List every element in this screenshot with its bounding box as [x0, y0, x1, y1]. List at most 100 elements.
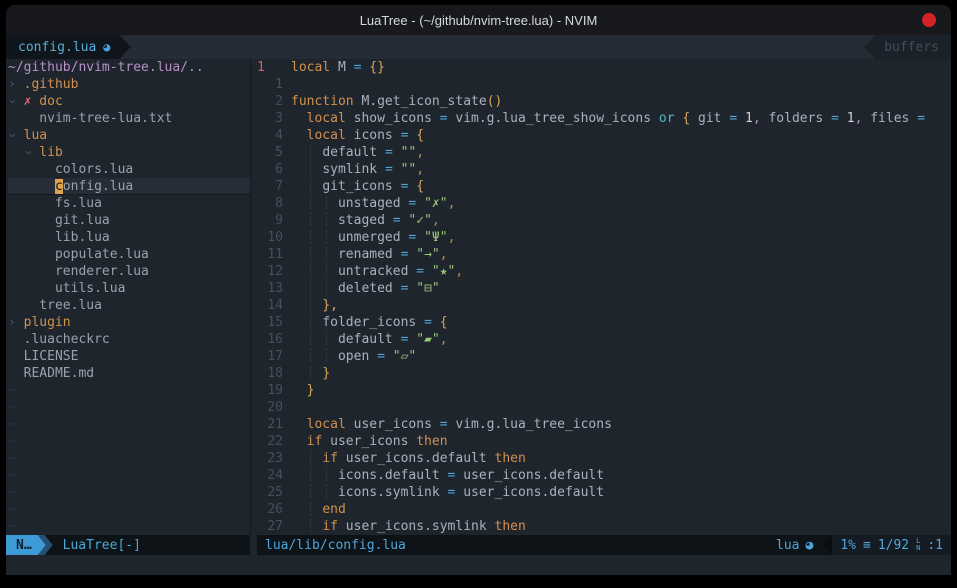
token-guide: ┊ — [322, 196, 330, 211]
token-orc: or — [659, 111, 675, 126]
token-id — [291, 145, 307, 160]
code-line[interactable]: 23 ┊ if user_icons.default then — [257, 450, 951, 467]
tree-item[interactable]: fs.lua — [8, 195, 250, 212]
token-brace: {} — [369, 60, 385, 75]
code-line[interactable]: 5 ┊ default = "", — [257, 144, 951, 161]
tree-item[interactable]: › lua — [8, 127, 250, 144]
tree-item[interactable]: nvim-tree-lua.txt — [8, 110, 250, 127]
token-kw: local — [291, 60, 330, 75]
token-op: = — [440, 111, 448, 126]
code-line[interactable]: 24 ┊ ┊ icons.default = user_icons.defaul… — [257, 467, 951, 484]
tree-item[interactable]: › ✗ doc — [8, 93, 250, 110]
line-number: 1 — [257, 76, 283, 93]
titlebar[interactable]: LuaTree - (~/github/nvim-tree.lua) - NVI… — [6, 5, 951, 35]
tree-item[interactable]: renderer.lua — [8, 263, 250, 280]
token-id — [330, 281, 338, 296]
token-id — [291, 383, 307, 398]
token-guide: ┊ — [322, 247, 330, 262]
separator-wedge-icon — [823, 535, 832, 555]
tree-item[interactable]: git.lua — [8, 212, 250, 229]
code-line[interactable]: 22 if user_icons then — [257, 433, 951, 450]
code-line[interactable]: 13 ┊ ┊ deleted = "⊟" — [257, 280, 951, 297]
token-id: user_icons — [322, 434, 416, 449]
token-kw: function — [291, 94, 354, 109]
tree-item[interactable]: › .github — [8, 76, 250, 93]
nvim-window: LuaTree - (~/github/nvim-tree.lua) - NVI… — [6, 5, 951, 575]
code-line[interactable]: 19 } — [257, 382, 951, 399]
token-id: M — [330, 60, 353, 75]
token-str: "" — [401, 162, 417, 177]
code-line[interactable]: 10 ┊ ┊ unmerged = "Ψ", — [257, 229, 951, 246]
tree-item[interactable]: .luacheckrc — [8, 331, 250, 348]
code-line[interactable]: 18 ┊ } — [257, 365, 951, 382]
code-text: ┊ symlink = "", — [291, 161, 951, 178]
buffers-label[interactable]: buffers — [864, 35, 951, 59]
tree-item[interactable]: colors.lua — [8, 161, 250, 178]
token-str: "★" — [432, 264, 455, 279]
tree-item[interactable]: ~/github/nvim-tree.lua/.. — [8, 59, 250, 76]
tab-config-lua[interactable]: config.lua ◕ — [6, 35, 131, 59]
code-line[interactable]: 12 ┊ ┊ untracked = "★", — [257, 263, 951, 280]
token-op: = — [377, 349, 385, 364]
token-kw: local — [307, 111, 346, 126]
token-arrow: › — [8, 315, 16, 330]
token-tilde: ~ — [8, 434, 16, 449]
token-brace: { — [682, 111, 690, 126]
empty-line-tilde: ~ — [8, 518, 250, 535]
filetype-section: lua ◕ — [776, 537, 813, 554]
code-text: local icons = { — [291, 127, 951, 144]
code-text: ┊ end — [291, 501, 951, 518]
code-line[interactable]: 21 local user_icons = vim.g.lua_tree_ico… — [257, 416, 951, 433]
code-line[interactable]: 11 ┊ ┊ renamed = "→", — [257, 246, 951, 263]
token-op: = — [385, 145, 393, 160]
token-id: icons.symlink — [338, 485, 448, 500]
tree-item[interactable]: LICENSE — [8, 348, 250, 365]
token-cm2: , — [753, 111, 761, 126]
code-line[interactable]: 9 ┊ ┊ staged = "✓", — [257, 212, 951, 229]
code-line[interactable]: 14 ┊ }, — [257, 297, 951, 314]
code-text: local M = {} — [291, 59, 951, 76]
token-num: 1 — [839, 111, 855, 126]
code-line[interactable]: 3 local show_icons = vim.g.lua_tree_show… — [257, 110, 951, 127]
tree-item[interactable]: › plugin — [8, 314, 250, 331]
code-line[interactable]: 1local M = {} — [257, 59, 951, 76]
tree-item[interactable]: populate.lua — [8, 246, 250, 263]
command-line[interactable] — [6, 555, 951, 575]
tree-item[interactable]: utils.lua — [8, 280, 250, 297]
token-id: vim.g.lua_tree_icons — [448, 417, 612, 432]
code-line[interactable]: 25 ┊ ┊ icons.symlink = user_icons.defaul… — [257, 484, 951, 501]
code-line[interactable]: 1 — [257, 76, 951, 93]
token-brace: } — [322, 366, 330, 381]
token-id — [291, 247, 307, 262]
tree-item[interactable]: lib.lua — [8, 229, 250, 246]
code-line[interactable]: 17 ┊ ┊ open = "▱" — [257, 348, 951, 365]
tree-item[interactable]: › lib — [8, 144, 250, 161]
code-line[interactable]: 7 ┊ git_icons = { — [257, 178, 951, 195]
token-kw: if — [307, 434, 323, 449]
token-id — [291, 485, 307, 500]
close-button[interactable] — [922, 13, 936, 27]
token-id: icons.default — [338, 468, 448, 483]
token-id — [330, 332, 338, 347]
code-line[interactable]: 6 ┊ symlink = "", — [257, 161, 951, 178]
code-line[interactable]: 15 ┊ folder_icons = { — [257, 314, 951, 331]
token-id: unstaged — [338, 196, 408, 211]
token-file: utils.lua — [8, 281, 125, 296]
token-id: default — [322, 145, 385, 160]
code-text: ┊ ┊ unstaged = "✗", — [291, 195, 951, 212]
code-line[interactable]: 16 ┊ ┊ default = "▰", — [257, 331, 951, 348]
token-tilde: ~ — [8, 451, 16, 466]
code-line[interactable]: 26 ┊ end — [257, 501, 951, 518]
tree-item[interactable]: README.md — [8, 365, 250, 382]
code-line[interactable]: 2function M.get_icon_state() — [257, 93, 951, 110]
code-line[interactable]: 20 — [257, 399, 951, 416]
line-number: 15 — [257, 314, 283, 331]
tree-item[interactable]: tree.lua — [8, 297, 250, 314]
code-line[interactable]: 27 ┊ if user_icons.symlink then — [257, 518, 951, 535]
token-id — [330, 349, 338, 364]
token-kw: local — [307, 417, 346, 432]
code-line[interactable]: 8 ┊ ┊ unstaged = "✗", — [257, 195, 951, 212]
code-line[interactable]: 4 local icons = { — [257, 127, 951, 144]
token-id — [291, 111, 307, 126]
tree-item-selected[interactable]: config.lua — [8, 178, 250, 195]
